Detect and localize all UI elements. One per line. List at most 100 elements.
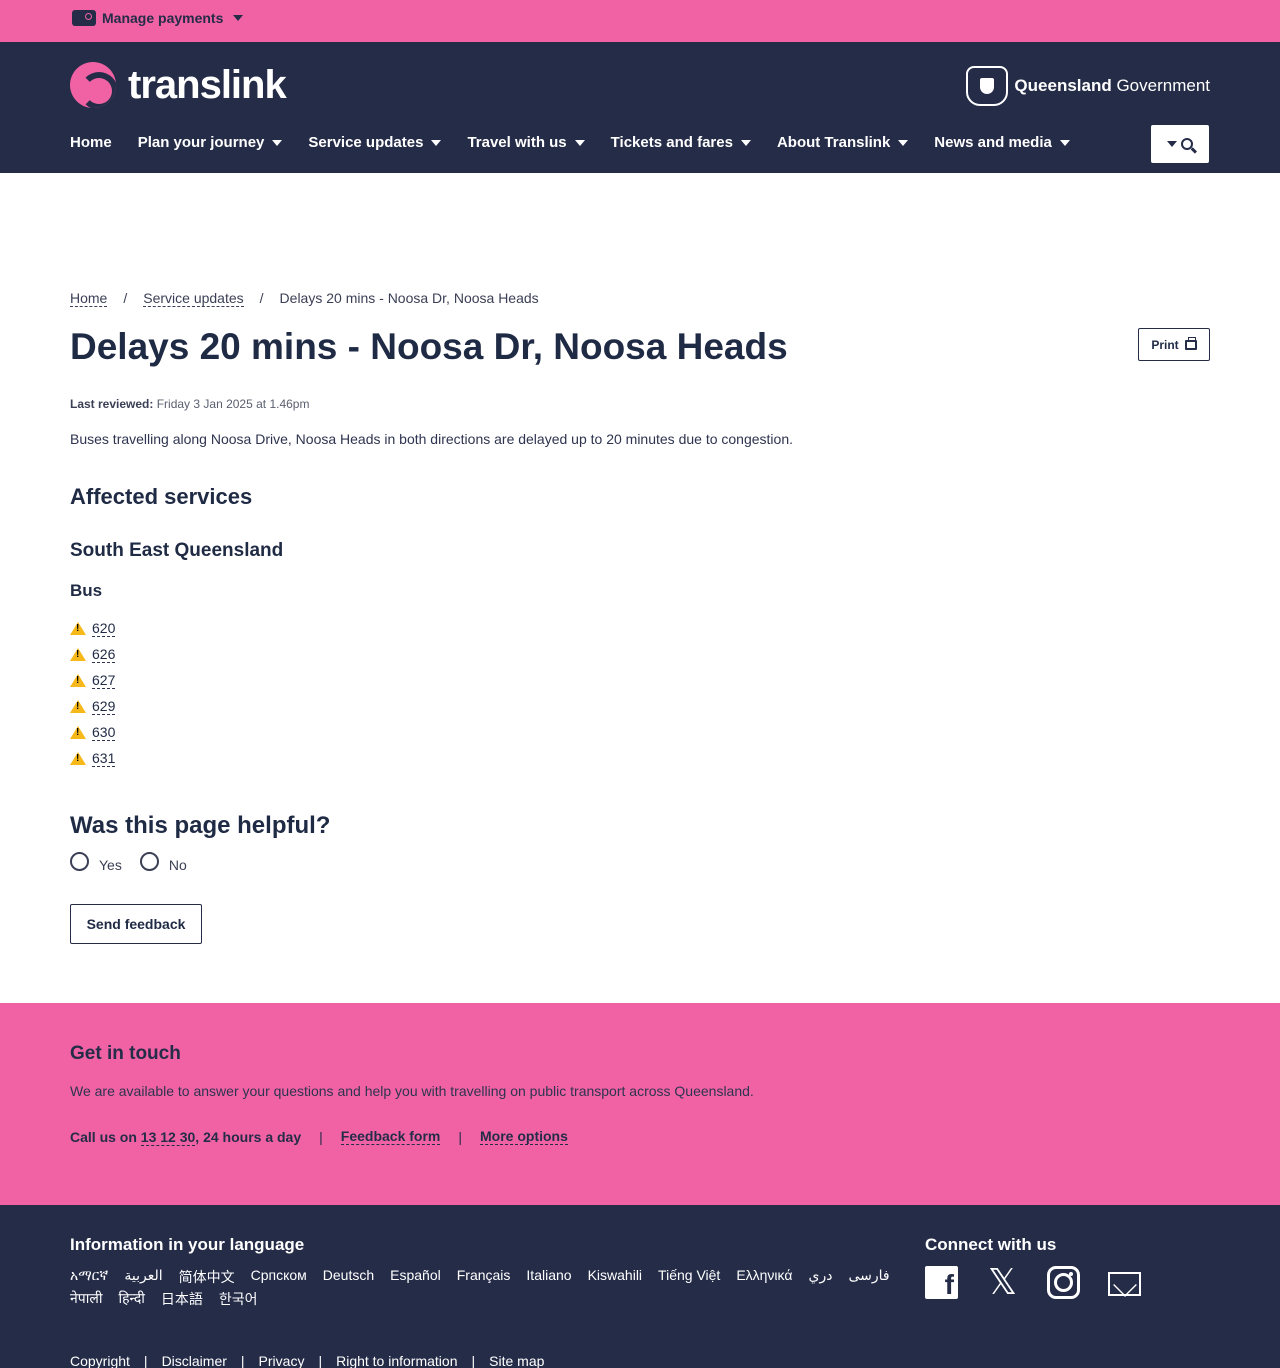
language-link[interactable]: नेपाली [70, 1289, 102, 1309]
no-radio[interactable] [139, 852, 159, 871]
no-label[interactable]: No [169, 857, 187, 873]
footer-link-copyright[interactable]: Copyright [70, 1353, 130, 1368]
footer-link-privacy[interactable]: Privacy [259, 1353, 305, 1368]
nav-item-label: Tickets and fares [610, 134, 733, 151]
breadcrumb-separator: / [123, 290, 128, 306]
email-icon[interactable] [1108, 1272, 1141, 1296]
separator: | [240, 1353, 245, 1368]
feedback-options: Yes No [70, 852, 195, 873]
language-link[interactable]: Italiano [526, 1267, 571, 1287]
language-link[interactable]: 한국어 [219, 1289, 258, 1309]
more-options-link[interactable]: More options [480, 1128, 568, 1145]
list-item: 630 [70, 719, 116, 745]
language-link[interactable]: العربية [124, 1267, 162, 1287]
call-us-text: Call us on 13 12 30, 24 hours a day [70, 1128, 302, 1146]
language-link[interactable]: Ελληνικά [736, 1267, 792, 1287]
page-title: Delays 20 mins - Noosa Dr, Noosa Heads [70, 326, 788, 367]
language-link[interactable]: Tiếng Việt [658, 1267, 720, 1287]
language-link[interactable]: دري [808, 1267, 832, 1287]
language-link[interactable]: አማርኛ [70, 1267, 108, 1287]
legal-links: Copyright | Disclaimer | Privacy | Right to in… [70, 1353, 544, 1368]
affected-services-heading: Affected services [70, 484, 253, 509]
update-description: Buses travelling along Noosa Drive, Noos… [70, 431, 793, 447]
print-label: Print [1151, 337, 1179, 352]
language-link[interactable]: Kiswahili [588, 1267, 642, 1287]
manage-payments-label: Manage payments [102, 10, 224, 26]
nav-item-plan-your-journey[interactable]: Plan your journey [138, 134, 283, 151]
get-in-touch-description: We are available to answer your question… [70, 1083, 754, 1099]
route-link[interactable]: 626 [92, 646, 116, 663]
print-button[interactable]: Print [1138, 328, 1210, 361]
nav-item-news-and-media[interactable]: News and media [934, 134, 1070, 151]
social-links: f 𝕏 [925, 1264, 1141, 1300]
chevron-down-icon [272, 139, 283, 146]
language-link[interactable]: हिन्दी [118, 1289, 144, 1309]
language-link[interactable]: 日本語 [161, 1289, 203, 1309]
language-link[interactable]: Español [390, 1267, 441, 1287]
breadcrumb-home[interactable]: Home [70, 290, 108, 307]
language-link[interactable]: فارسی [848, 1267, 889, 1287]
nav-item-about-translink[interactable]: About Translink [776, 134, 909, 151]
chevron-down-icon [233, 15, 244, 21]
facebook-icon[interactable]: f [925, 1266, 958, 1299]
yes-radio[interactable] [70, 852, 89, 871]
breadcrumb: Home / Service updates / Delays 20 mins … [70, 290, 539, 307]
translink-logo[interactable]: translink [70, 62, 287, 108]
feedback-form-link[interactable]: Feedback form [340, 1128, 441, 1145]
separator: | [318, 1353, 323, 1368]
contact-links: Call us on 13 12 30, 24 hours a day | Fe… [70, 1128, 568, 1146]
separator: | [319, 1128, 323, 1145]
separator: | [471, 1353, 476, 1368]
manage-payments-menu[interactable]: Manage payments [72, 10, 244, 26]
site-header: translink Queensland Government Home Plan… [0, 42, 1280, 173]
nav-item-travel-with-us[interactable]: Travel with us [467, 134, 585, 151]
affected-routes-list: 620 626 627 629 630 631 [70, 615, 116, 771]
instagram-icon[interactable] [1047, 1266, 1080, 1299]
language-link[interactable]: 简体中文 [179, 1267, 235, 1287]
warning-icon [70, 699, 86, 713]
queensland-government-logo[interactable]: Queensland Government [966, 66, 1210, 106]
site-footer: Information in your language አማርኛ العربية… [0, 1205, 1280, 1368]
card-icon [72, 10, 96, 26]
nav-item-label: Plan your journey [137, 134, 265, 151]
chevron-down-icon [898, 139, 909, 146]
language-link[interactable]: Français [457, 1267, 511, 1287]
breadcrumb-separator: / [259, 290, 264, 306]
breadcrumb-current: Delays 20 mins - Noosa Dr, Noosa Heads [279, 290, 539, 306]
logo-text: translink [128, 62, 287, 107]
x-icon[interactable]: 𝕏 [986, 1264, 1019, 1300]
chevron-down-icon [574, 139, 585, 146]
warning-icon [70, 751, 86, 765]
main-navigation: Home Plan your journey Service updates Trav… [70, 134, 1070, 151]
warning-icon [70, 621, 86, 635]
nav-item-home[interactable]: Home [70, 134, 112, 151]
translink-logo-icon [70, 62, 116, 108]
mode-heading: Bus [70, 581, 103, 600]
language-link[interactable]: Deutsch [323, 1267, 374, 1287]
nav-item-service-updates[interactable]: Service updates [308, 134, 442, 151]
region-heading: South East Queensland [70, 540, 284, 561]
footer-link-site-map[interactable]: Site map [489, 1353, 544, 1368]
route-link[interactable]: 630 [92, 724, 116, 741]
phone-link[interactable]: 13 12 30 [140, 1128, 196, 1146]
route-link[interactable]: 631 [92, 750, 116, 767]
nav-item-tickets-and-fares[interactable]: Tickets and fares [611, 134, 751, 151]
route-link[interactable]: 620 [92, 620, 116, 637]
route-link[interactable]: 627 [92, 672, 116, 689]
search-toggle-button[interactable] [1151, 125, 1209, 163]
feedback-question: Was this page helpful? [70, 812, 331, 839]
route-link[interactable]: 629 [92, 698, 116, 715]
warning-icon [70, 673, 86, 687]
nav-item-label: News and media [934, 134, 1052, 151]
footer-link-disclaimer[interactable]: Disclaimer [162, 1353, 227, 1368]
nav-item-label: Service updates [308, 134, 424, 151]
list-item: 629 [70, 693, 116, 719]
warning-icon [70, 725, 86, 739]
gov-text: Queensland Government [1014, 76, 1210, 95]
language-link[interactable]: Српском [251, 1267, 307, 1287]
send-feedback-button[interactable]: Send feedback [70, 904, 202, 944]
breadcrumb-service-updates[interactable]: Service updates [143, 290, 244, 307]
yes-label[interactable]: Yes [99, 857, 122, 873]
nav-item-label: About Translink [776, 134, 891, 151]
footer-link-right-to-information[interactable]: Right to information [336, 1353, 457, 1368]
